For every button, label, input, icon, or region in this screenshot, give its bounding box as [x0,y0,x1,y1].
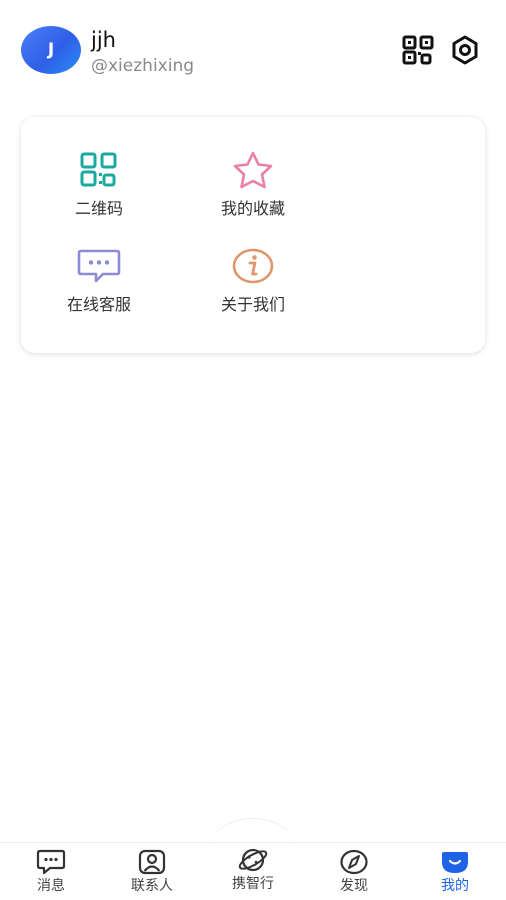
nav-label: 联系人 [131,878,173,894]
nav-item-xiezhixing[interactable]: 携智行 [213,847,293,897]
menu-item-about-us[interactable]: 关于我们 [188,245,318,325]
menu-item-label: 关于我们 [220,295,285,314]
info-icon [232,248,274,284]
star-icon [233,151,273,189]
menu-item-label: 我的收藏 [220,199,285,218]
nav-label: 携智行 [232,876,274,892]
avatar[interactable]: J [21,26,81,74]
contacts-icon [138,849,166,875]
username: jjh [91,28,116,52]
compass-icon [340,849,368,875]
message-icon [36,849,66,875]
menu-card: 二维码 我的收藏 在线客服 关于我们 [21,117,485,353]
nav-label: 我的 [441,878,469,894]
profile-header: J jjh @xiezhixing [0,0,506,100]
nav-item-messages[interactable]: 消息 [11,849,91,899]
menu-item-qr-code[interactable]: 二维码 [34,149,164,229]
menu-item-online-service[interactable]: 在线客服 [34,245,164,325]
nav-item-discover[interactable]: 发现 [314,849,394,899]
bottom-nav: 消息 联系人 携智行 发现 我的 [0,842,506,900]
profile-icon [442,852,468,873]
settings-hexagon-icon [452,35,478,65]
chat-bubble-icon [77,249,121,283]
planet-icon [238,848,268,872]
nav-label: 消息 [37,878,65,894]
qr-code-button[interactable] [401,34,435,66]
menu-item-label: 二维码 [74,199,123,218]
nav-item-mine[interactable]: 我的 [415,849,495,899]
settings-button[interactable] [448,34,482,66]
avatar-initial: J [47,40,55,60]
nav-item-contacts[interactable]: 联系人 [112,849,192,899]
user-handle: @xiezhixing [91,56,195,76]
menu-item-label: 在线客服 [66,295,131,314]
nav-label: 发现 [340,878,368,894]
qr-code-icon [80,152,117,187]
qr-code-icon [402,35,434,65]
menu-item-favorites[interactable]: 我的收藏 [188,149,318,229]
